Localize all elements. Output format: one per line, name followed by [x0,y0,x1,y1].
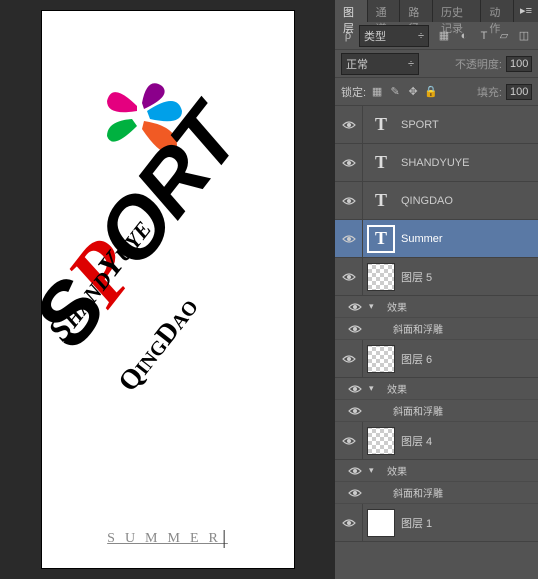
search-icon[interactable]: ρ [341,29,355,43]
filter-pixel-icon[interactable]: ▦ [437,29,451,43]
layer-row[interactable]: T Summer [335,220,538,258]
fx-item-visibility[interactable] [341,318,369,339]
fx-row[interactable]: 效果 [335,296,538,318]
tab-paths[interactable]: 路径 [400,0,433,22]
fx-item-label: 斜面和浮雕 [369,485,443,500]
visibility-toggle[interactable] [335,258,363,295]
layer-name[interactable]: 图层 1 [401,515,432,531]
layer-name[interactable]: 图层 5 [401,269,432,285]
layer-name[interactable]: SHANDYUYE [401,157,469,169]
fx-row[interactable]: 效果 [335,378,538,400]
layers-panel: 图层 通道 路径 历史记录 动作 ▸≡ ρ 类型÷ ▦ ◐ T ▱ ◫ 正常÷ … [335,0,538,579]
fx-arrow-icon[interactable] [369,383,381,394]
fx-item-row[interactable]: 斜面和浮雕 [335,400,538,422]
layer-name[interactable]: SPORT [401,119,439,131]
tab-actions[interactable]: 动作 [481,0,514,22]
fx-visibility[interactable] [341,460,369,481]
layer-thumb [367,263,395,291]
layer-thumb [367,509,395,537]
filter-adjust-icon[interactable]: ◐ [457,29,471,43]
fx-visibility[interactable] [341,378,369,399]
lock-paint-icon[interactable]: ✎ [388,85,402,99]
layer-row[interactable]: 图层 4 [335,422,538,460]
visibility-toggle[interactable] [335,340,363,377]
lock-move-icon[interactable]: ✥ [406,85,420,99]
fx-item-visibility[interactable] [341,482,369,503]
layer-name[interactable]: QINGDAO [401,195,453,207]
layer-list: TSPORTTSHANDYUYETQINGDAOTSummer图层 5效果斜面和… [335,106,538,542]
visibility-toggle[interactable] [335,504,363,541]
visibility-toggle[interactable] [335,106,363,143]
canvas-area: SPORT ShandYuye QingDao SUMMER [0,0,335,579]
lock-trans-icon[interactable]: ▦ [370,85,384,99]
layer-thumb: T [367,225,395,253]
fill-label: 填充: [477,84,502,100]
summer-text[interactable]: SUMMER [107,530,228,548]
blend-row: 正常÷ 不透明度: 100 [335,50,538,78]
fx-arrow-icon[interactable] [369,301,381,312]
fx-label: 效果 [381,463,407,478]
filter-type-icon[interactable]: T [477,29,491,43]
tab-channels[interactable]: 通道 [368,0,401,22]
visibility-toggle[interactable] [335,220,363,257]
panel-tabs: 图层 通道 路径 历史记录 动作 ▸≡ [335,0,538,22]
layer-thumb [367,345,395,373]
panel-menu-icon[interactable]: ▸≡ [514,0,538,22]
layer-thumb: T [367,149,395,177]
tab-history[interactable]: 历史记录 [433,0,481,22]
fx-item-label: 斜面和浮雕 [369,321,443,336]
lock-label: 锁定: [341,84,366,100]
kind-select[interactable]: 类型÷ [359,25,429,47]
visibility-toggle[interactable] [335,144,363,181]
fill-value[interactable]: 100 [506,84,532,100]
layer-name[interactable]: Summer [401,233,443,245]
layer-row[interactable]: 图层 6 [335,340,538,378]
opacity-label: 不透明度: [455,56,502,72]
fx-label: 效果 [381,299,407,314]
filter-row: ρ 类型÷ ▦ ◐ T ▱ ◫ [335,22,538,50]
filter-smart-icon[interactable]: ◫ [517,29,531,43]
layer-row[interactable]: 图层 1 [335,504,538,542]
layer-row[interactable]: T SHANDYUYE [335,144,538,182]
fx-arrow-icon[interactable] [369,465,381,476]
layer-thumb [367,427,395,455]
layer-name[interactable]: 图层 6 [401,351,432,367]
layer-row[interactable]: T QINGDAO [335,182,538,220]
visibility-toggle[interactable] [335,422,363,459]
fx-item-visibility[interactable] [341,400,369,421]
opacity-value[interactable]: 100 [506,56,532,72]
blend-mode-select[interactable]: 正常÷ [341,53,419,75]
fx-item-row[interactable]: 斜面和浮雕 [335,318,538,340]
tab-layers[interactable]: 图层 [335,0,368,22]
filter-shape-icon[interactable]: ▱ [497,29,511,43]
layer-name[interactable]: 图层 4 [401,433,432,449]
fx-visibility[interactable] [341,296,369,317]
visibility-toggle[interactable] [335,182,363,219]
layer-thumb: T [367,111,395,139]
layer-thumb: T [367,187,395,215]
artboard[interactable]: SPORT ShandYuye QingDao SUMMER [41,10,295,569]
layer-row[interactable]: T SPORT [335,106,538,144]
fx-item-label: 斜面和浮雕 [369,403,443,418]
layer-row[interactable]: 图层 5 [335,258,538,296]
fx-label: 效果 [381,381,407,396]
fx-item-row[interactable]: 斜面和浮雕 [335,482,538,504]
fx-row[interactable]: 效果 [335,460,538,482]
lock-all-icon[interactable]: 🔒 [424,85,438,99]
lock-row: 锁定: ▦ ✎ ✥ 🔒 填充: 100 [335,78,538,106]
